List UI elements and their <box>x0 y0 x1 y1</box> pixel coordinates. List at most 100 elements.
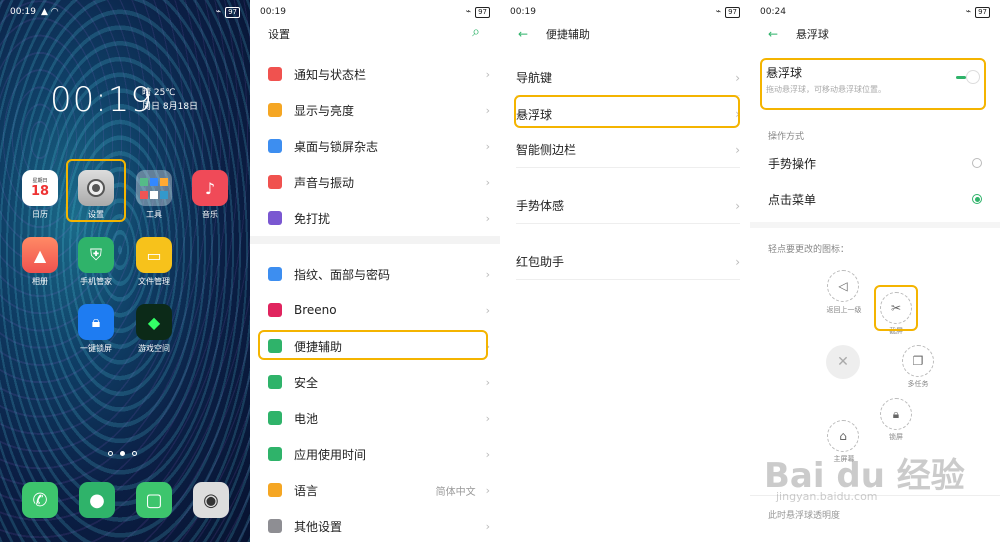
home-screen-panel: 00:19 ▲ ◠ ⌁ 97 00:19 晴 25℃ 周日 8月18日 星期日 1… <box>0 0 250 542</box>
float-center-close[interactable]: ✕ <box>826 345 860 379</box>
chevron-right-icon: › <box>485 175 490 189</box>
chevron-right-icon: › <box>485 411 490 425</box>
settings-item-label: Breeno <box>294 303 337 317</box>
app-label: 工具 <box>146 210 162 219</box>
dock-messages[interactable]: ▢ <box>136 482 172 518</box>
settings-item-label: 桌面与锁屏杂志 <box>294 139 379 154</box>
status-time: 00:19 <box>10 7 36 17</box>
option-gesture[interactable]: 手势操作 <box>768 145 982 181</box>
menu-item-nav-keys[interactable]: 导航键 › <box>516 60 740 96</box>
settings-item[interactable]: 桌面与锁屏杂志 › <box>268 128 490 164</box>
app-lock-screen[interactable]: 🔒︎ 一键锁屏 <box>68 304 124 354</box>
settings-item-icon <box>268 211 282 225</box>
weather-widget[interactable]: 晴 25℃ 周日 8月18日 <box>142 86 198 114</box>
option-tap-menu[interactable]: 点击菜单 <box>768 181 982 217</box>
settings-item-label: 语言 <box>294 483 319 498</box>
vibrate-icon: ⌁ <box>465 7 472 17</box>
settings-item-icon <box>268 267 282 281</box>
messages-icon: ▢ <box>145 489 163 511</box>
settings-item-icon <box>268 447 282 461</box>
section-label: 操作方式 <box>768 132 805 142</box>
chevron-right-icon: › <box>485 67 490 81</box>
chevron-right-icon: › <box>735 254 740 269</box>
item-label: 智能侧边栏 <box>516 143 577 157</box>
battery-icon: 97 <box>225 6 240 18</box>
status-time: 00:19 <box>260 7 286 17</box>
app-file-manager[interactable]: ▭ 文件管理 <box>126 237 182 287</box>
app-calendar[interactable]: 星期日 18 日历 <box>12 170 68 220</box>
status-bar: 00:19 ⌁ 97 <box>500 0 750 24</box>
lock-icon: 🔒︎ <box>78 304 114 340</box>
dock-contacts[interactable]: ● <box>79 482 115 518</box>
status-bar: 00:24 ⌁ 97 <box>750 0 1000 24</box>
menu-item-gesture-motion[interactable]: 手势体感 › <box>516 188 740 224</box>
settings-item[interactable]: 显示与亮度 › <box>268 92 490 128</box>
settings-item[interactable]: 语言 简体中文 › <box>268 472 490 508</box>
contacts-icon: ● <box>89 489 105 511</box>
float-btn-lock[interactable]: 🔒︎ <box>880 398 912 430</box>
camera-icon: ◉ <box>203 489 219 511</box>
multitask-icon: ❐ <box>912 354 924 368</box>
status-bar: 00:19 ⌁ 97 <box>250 0 500 24</box>
chevron-right-icon: › <box>485 139 490 153</box>
app-phone-manager[interactable]: ⛨ 手机管家 <box>68 237 124 287</box>
float-btn-back[interactable]: ◁ <box>827 270 859 302</box>
divider <box>750 222 1000 228</box>
search-icon[interactable]: ⌕ <box>472 24 480 40</box>
calendar-weekday: 星期日 <box>32 178 48 184</box>
settings-item-label: 指纹、面部与密码 <box>294 267 391 282</box>
settings-item[interactable]: 其他设置 › <box>268 508 490 542</box>
settings-item[interactable]: 免打扰 › <box>268 200 490 236</box>
back-button[interactable]: ← 便捷辅助 <box>518 26 590 42</box>
settings-item-label: 声音与振动 <box>294 175 355 190</box>
vibrate-icon: ⌁ <box>215 7 222 17</box>
chevron-right-icon: › <box>735 198 740 213</box>
settings-item[interactable]: 声音与振动 › <box>268 164 490 200</box>
settings-item-icon <box>268 67 282 81</box>
app-label: 相册 <box>32 277 48 286</box>
app-music[interactable]: ♪ 音乐 <box>182 170 238 220</box>
option-label: 手势操作 <box>768 156 817 171</box>
divider <box>250 236 500 244</box>
settings-panel: 00:19 ⌁ 97 设置 ⌕ 通知与状态栏 › 显示与亮度 › 桌面与锁屏杂志 › 声音与振… <box>250 0 500 542</box>
settings-item-label: 显示与亮度 <box>294 103 355 118</box>
back-button[interactable]: ← 悬浮球 <box>768 26 829 42</box>
settings-item-icon <box>268 103 282 117</box>
music-icon: ♪ <box>192 170 228 206</box>
menu-item-red-envelope[interactable]: 红包助手 › <box>516 244 740 280</box>
settings-item[interactable]: 指纹、面部与密码 › <box>268 256 490 292</box>
app-game-space[interactable]: ◆ 游戏空间 <box>126 304 182 354</box>
settings-item[interactable]: 安全 › <box>268 364 490 400</box>
item-label: 手势体感 <box>516 199 565 213</box>
shield-icon: ⛨ <box>78 237 114 273</box>
settings-item-icon <box>268 519 282 533</box>
menu-item-smart-sidebar[interactable]: 智能侧边栏 › <box>516 132 740 168</box>
highlight-toggle <box>760 58 986 110</box>
calendar-icon: 星期日 18 <box>22 170 58 206</box>
settings-item[interactable]: Breeno › <box>268 292 490 328</box>
footer-hint: 此时悬浮球透明度 <box>768 511 841 521</box>
settings-item[interactable]: 电池 › <box>268 400 490 436</box>
clock-widget[interactable]: 00:19 <box>50 80 153 120</box>
battery-icon: 97 <box>725 6 740 18</box>
signal-icon: ▲ ◠ <box>40 7 59 17</box>
settings-item-value: 简体中文 <box>435 486 476 498</box>
settings-item[interactable]: 应用使用时间 › <box>268 436 490 472</box>
back-arrow-icon: ← <box>768 27 779 41</box>
float-btn-label: 返回上一级 <box>826 306 862 314</box>
dock-camera[interactable]: ◉ <box>193 482 229 518</box>
app-tools-folder[interactable]: 工具 <box>126 170 182 220</box>
radio-tap-menu[interactable] <box>972 194 982 204</box>
watermark-url: jingyan.baidu.com <box>776 490 878 503</box>
settings-item[interactable]: 通知与状态栏 › <box>268 56 490 92</box>
back-triangle-icon: ◁ <box>838 279 848 293</box>
weather-date: 周日 8月18日 <box>142 102 199 112</box>
app-photos[interactable]: ▲ 相册 <box>12 237 68 287</box>
page-title: 设置 <box>268 28 290 41</box>
dock-phone[interactable]: ✆ <box>22 482 58 518</box>
float-btn-multitask[interactable]: ❐ <box>902 345 934 377</box>
phone-icon: ✆ <box>32 489 48 511</box>
radio-gesture[interactable] <box>972 158 982 168</box>
float-btn-label: 锁屏 <box>889 433 903 441</box>
settings-item-label: 通知与状态栏 <box>294 67 367 82</box>
